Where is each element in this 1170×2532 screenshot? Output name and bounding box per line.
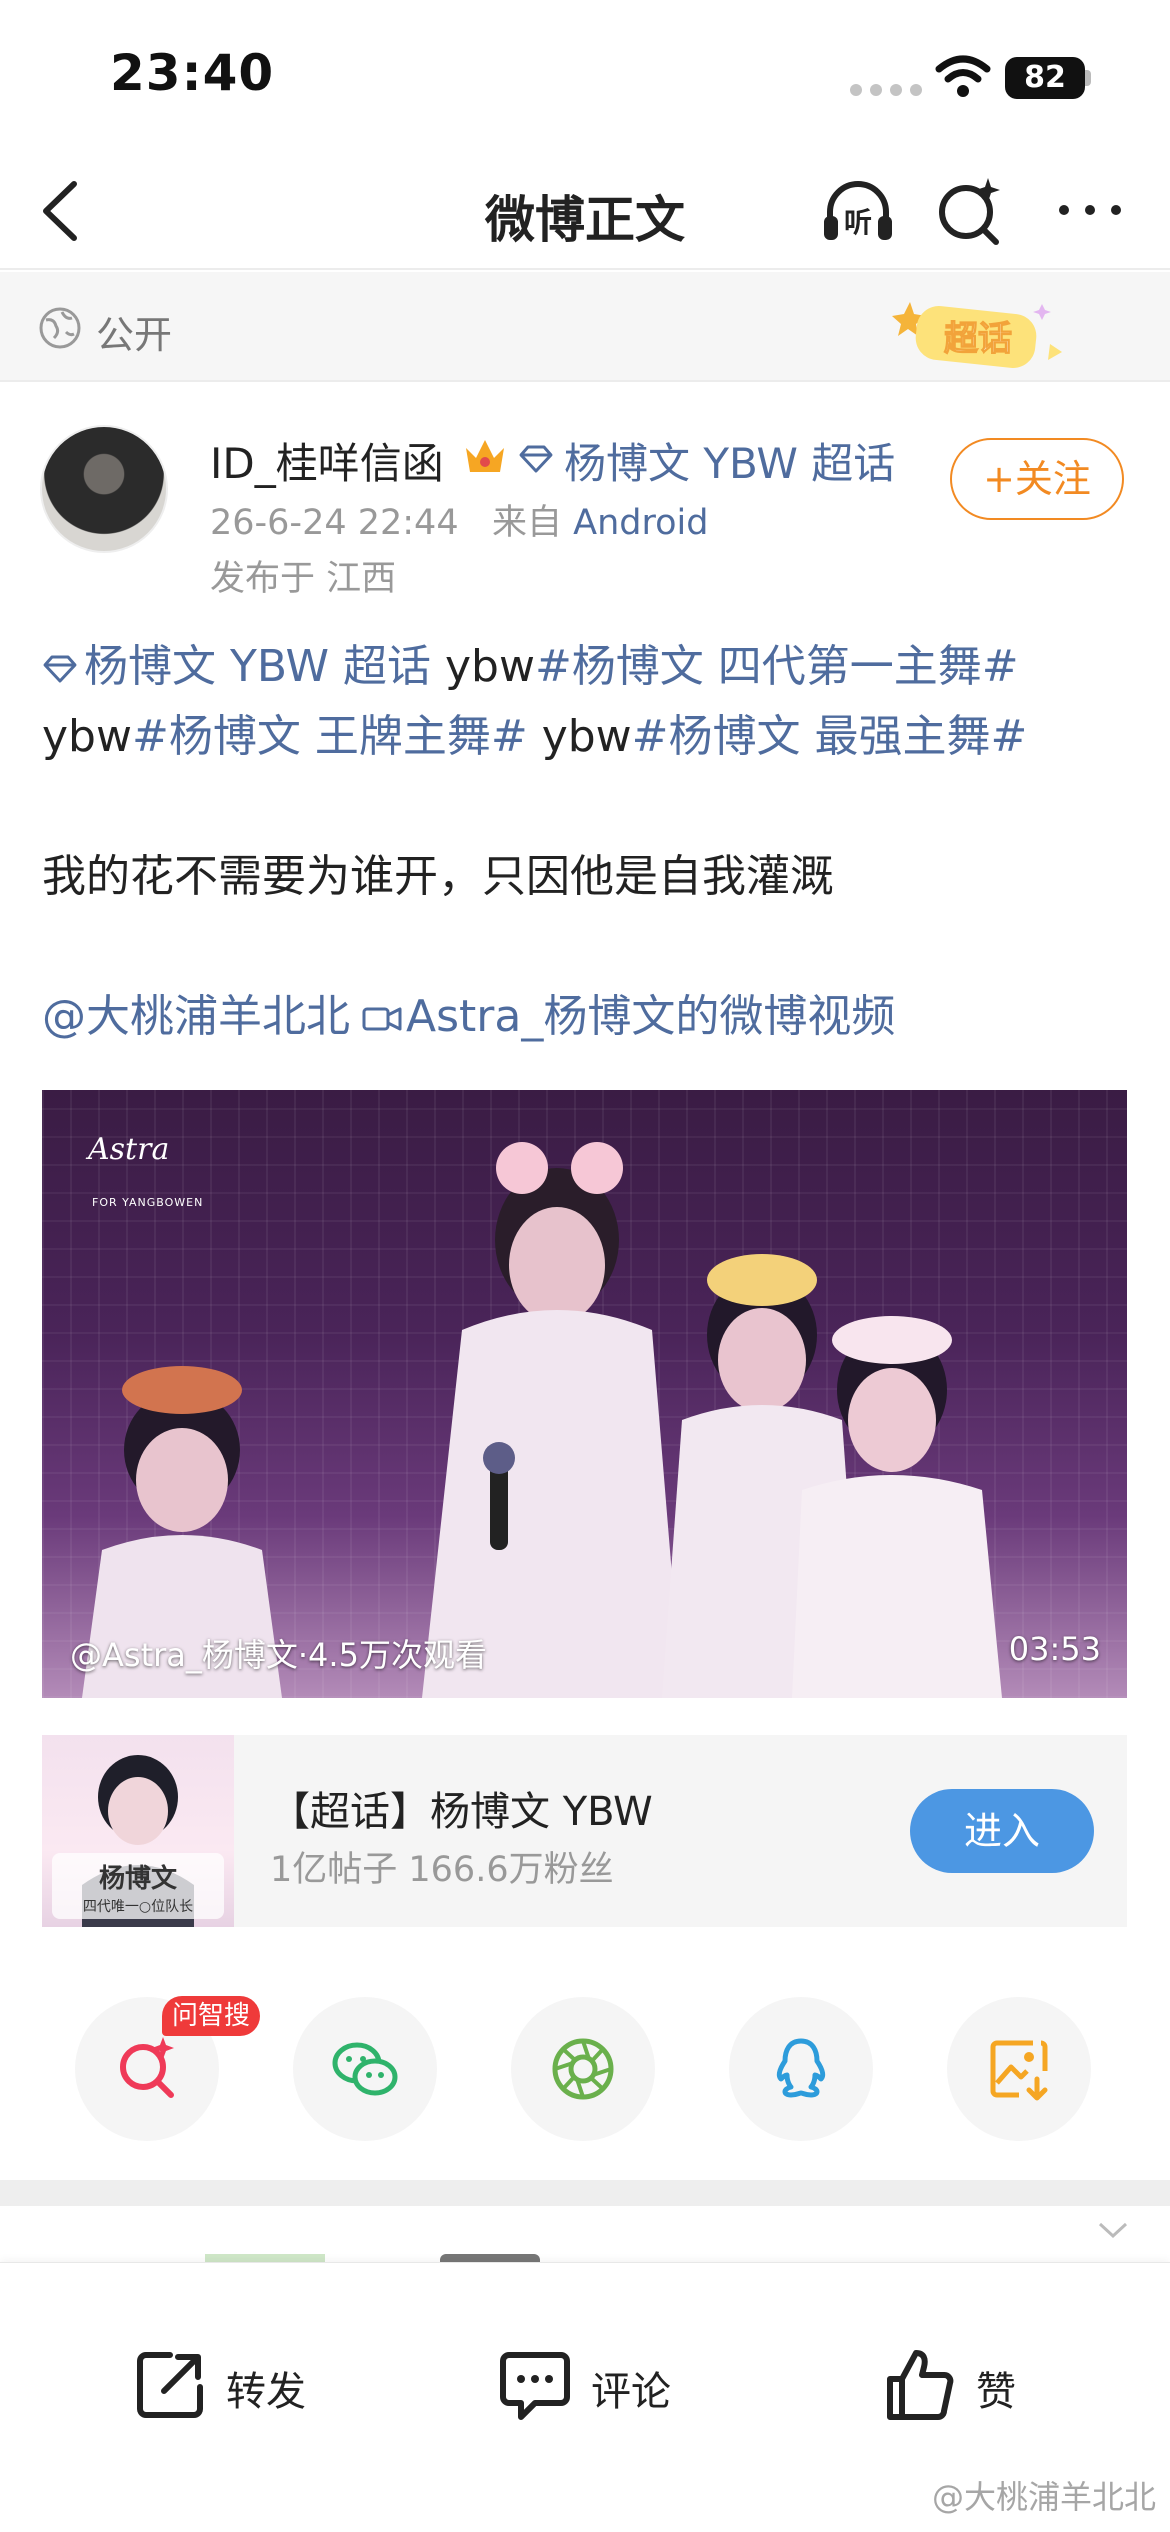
- post-body: 我的花不需要为谁开，只因他是自我灌溉: [42, 851, 834, 902]
- post-source[interactable]: Android: [573, 503, 708, 543]
- video-caption: @Astra_杨博文·4.5万次观看: [70, 1636, 487, 1674]
- visibility-row: 公开 超话: [0, 272, 1170, 382]
- supertopic-stats: 1亿帖子 166.6万粉丝: [270, 1850, 614, 1890]
- nav-bar: 微博正文 听: [0, 150, 1170, 270]
- crown-icon: [466, 440, 504, 472]
- supertopic-tag[interactable]: 超话: [890, 294, 1070, 374]
- moments-icon: [552, 2038, 614, 2100]
- repost-icon: [137, 2352, 203, 2418]
- battery-indicator: 82: [1005, 57, 1085, 99]
- battery-cap: [1085, 70, 1091, 86]
- globe-icon: [39, 307, 81, 349]
- ai-search-icon[interactable]: [930, 172, 1010, 248]
- post-meta: 26-6-24 22:44 来自 Android: [210, 494, 708, 545]
- follow-button[interactable]: +关注: [950, 438, 1124, 520]
- video-duration: 03:53: [1008, 1630, 1101, 1668]
- diamond-icon: [43, 655, 77, 683]
- svg-text:四代唯一○位队长: 四代唯一○位队长: [83, 1899, 193, 1915]
- comment-label: 评论: [591, 2369, 671, 2415]
- post-datetime: 26-6-24 22:44: [210, 503, 459, 543]
- comment-icon: [500, 2352, 570, 2420]
- post-text: ybw: [430, 641, 535, 692]
- like-label: 赞: [976, 2369, 1016, 2415]
- wifi-icon: [935, 55, 991, 97]
- post-line-1: 杨博文 YBW 超话 ybw#杨博文 四代第一主舞#: [42, 630, 1019, 694]
- share-save-image-button[interactable]: [947, 1997, 1091, 2141]
- post-text: ybw: [42, 711, 132, 762]
- supertopic-link[interactable]: 杨博文 YBW 超话: [42, 641, 431, 692]
- next-section-peek: [0, 2206, 1170, 2264]
- repost-label: 转发: [226, 2369, 306, 2415]
- status-time: 23:40: [110, 44, 275, 102]
- thumbnail-portrait: 杨博文 四代唯一○位队长: [52, 1755, 224, 1927]
- svg-text:杨博文: 杨博文: [99, 1863, 178, 1894]
- signal-icon: [850, 84, 922, 96]
- ai-search-icon: [120, 2037, 174, 2098]
- author-supertopic-link[interactable]: 杨博文 YBW 超话: [564, 430, 895, 491]
- wechat-icon: [332, 2042, 398, 2096]
- supertopic-title: 【超话】杨博文 YBW: [270, 1789, 653, 1835]
- share-wechat-button[interactable]: [293, 1997, 437, 2141]
- diamond-icon: [519, 445, 553, 473]
- video-link-label: Astra_杨博文的微博视频: [406, 991, 896, 1042]
- supertopic-thumbnail: 杨博文 四代唯一○位队长: [42, 1735, 234, 1927]
- hashtag-link[interactable]: #杨博文 四代第一主舞#: [535, 641, 1019, 692]
- supertopic-card[interactable]: 杨博文 四代唯一○位队长 【超话】杨博文 YBW 1亿帖子 166.6万粉丝 进…: [42, 1735, 1127, 1927]
- more-icon[interactable]: [1050, 172, 1130, 248]
- video-camera-icon: [362, 1007, 402, 1031]
- ai-search-badge: 问智搜: [162, 1996, 261, 2036]
- like-button[interactable]: 赞: [880, 2345, 1060, 2425]
- post-line-2: ybw#杨博文 王牌主舞# ybw#杨博文 最强主舞#: [42, 700, 1027, 764]
- qq-icon: [776, 2038, 826, 2098]
- repost-button[interactable]: 转发: [130, 2345, 340, 2425]
- comment-button[interactable]: 评论: [495, 2345, 705, 2425]
- section-divider: [0, 2180, 1170, 2206]
- mention-link[interactable]: @大桃浦羊北北: [42, 991, 350, 1042]
- post-line-links: @大桃浦羊北北 Astra_杨博文的微博视频: [42, 980, 895, 1044]
- headphones-icon[interactable]: 听: [818, 172, 898, 248]
- supertopic-link-label: 杨博文 YBW 超话: [84, 641, 431, 692]
- share-qq-button[interactable]: [729, 1997, 873, 2141]
- post-text: ybw: [527, 711, 632, 762]
- watermark: @大桃浦羊北北: [931, 2478, 1156, 2516]
- hashtag-link[interactable]: #杨博文 最强主舞#: [632, 711, 1028, 762]
- avatar[interactable]: [40, 425, 168, 553]
- video-link[interactable]: Astra_杨博文的微博视频: [350, 991, 895, 1042]
- back-button[interactable]: [30, 176, 90, 246]
- post-location: 发布于 江西: [210, 559, 397, 599]
- svg-text:超话: 超话: [944, 319, 1012, 359]
- hashtag-link[interactable]: #杨博文 王牌主舞#: [132, 711, 528, 762]
- video-frame-people: [82, 1142, 1002, 1698]
- chevron-down-icon[interactable]: [1096, 2218, 1130, 2242]
- thumbs-up-icon: [887, 2350, 954, 2420]
- author-name[interactable]: ID_桂咩信函: [210, 430, 444, 491]
- source-prefix: 来自: [491, 503, 562, 543]
- share-moments-button[interactable]: [511, 1997, 655, 2141]
- enter-button[interactable]: 进入: [910, 1789, 1094, 1873]
- save-image-icon: [990, 2040, 1048, 2101]
- video-player[interactable]: Astra FOR YANGBOWEN @Astra_杨博文·4.5万次观看 0…: [42, 1090, 1127, 1698]
- svg-text:听: 听: [844, 206, 872, 239]
- status-bar: 23:40 82: [0, 0, 1170, 150]
- visibility-label: 公开: [96, 313, 173, 357]
